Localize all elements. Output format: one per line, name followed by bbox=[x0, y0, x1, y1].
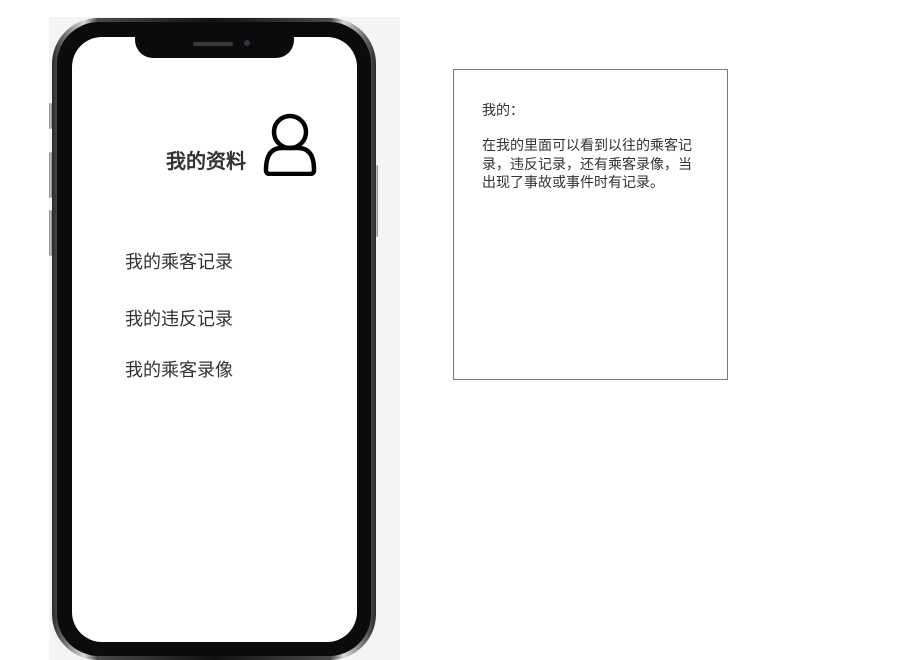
front-camera bbox=[244, 40, 250, 46]
canvas: 我的资料 我的乘客记录 我的违反记录 我的乘客录像 我的： 在我的里面可以看到以… bbox=[0, 0, 906, 660]
annotation-body: 在我的里面可以看到以往的乘客记录，违反记录，还有乘客录像，当出现了事故或事件时有… bbox=[482, 138, 692, 191]
menu-item-passenger-videos[interactable]: 我的乘客录像 bbox=[125, 356, 233, 382]
menu-item-passenger-records[interactable]: 我的乘客记录 bbox=[125, 248, 233, 274]
speaker-grille bbox=[193, 42, 233, 46]
annotation-box: 我的： 在我的里面可以看到以往的乘客记录，违反记录，还有乘客录像，当出现了事故或… bbox=[453, 69, 728, 380]
phone-notch bbox=[135, 34, 294, 58]
user-icon[interactable] bbox=[262, 112, 318, 176]
menu-item-violation-records[interactable]: 我的违反记录 bbox=[125, 305, 233, 331]
annotation-title: 我的： bbox=[482, 103, 524, 119]
profile-title: 我的资料 bbox=[166, 149, 246, 173]
